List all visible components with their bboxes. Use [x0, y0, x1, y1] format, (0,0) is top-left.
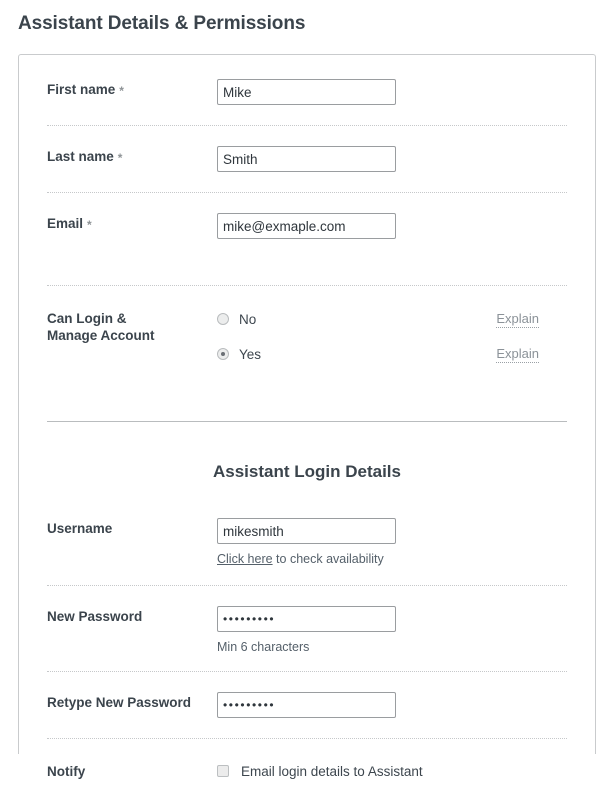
label-email: Email * — [47, 213, 217, 233]
check-availability-link[interactable]: Click here — [217, 552, 273, 566]
row-username: Username Click here to check availabilit… — [19, 518, 595, 585]
field-first-name — [217, 79, 567, 105]
field-notify: Email login details to Assistant — [217, 761, 567, 781]
first-name-input[interactable] — [217, 79, 396, 105]
new-password-input[interactable] — [217, 606, 396, 632]
label-first-name-text: First name — [47, 82, 116, 97]
row-retype-password: Retype New Password — [19, 672, 595, 738]
label-retype-password: Retype New Password — [47, 695, 192, 710]
assistant-details-card: First name* Last name* Email* — [18, 54, 596, 779]
field-can-login: No Explain Yes Explain — [217, 308, 567, 365]
retype-password-input[interactable] — [217, 692, 396, 718]
username-input[interactable] — [217, 518, 396, 544]
page-title: Assistant Details & Permissions — [18, 13, 306, 34]
label-last-name-text: Last name — [47, 149, 114, 164]
check-availability-rest: to check availability — [272, 552, 384, 566]
radio-yes-input[interactable] — [217, 348, 229, 360]
label-can-login: Can Login & Manage Account — [47, 308, 217, 344]
label-username: Username — [47, 521, 113, 536]
label-last-name: Last name * — [47, 146, 217, 166]
row-first-name: First name * — [19, 55, 595, 125]
notify-checkbox-row[interactable]: Email login details to Assistant — [217, 761, 567, 781]
explain-link-no[interactable]: Explain — [496, 311, 539, 328]
row-can-login: Can Login & Manage Account No Explain Ye… — [19, 286, 595, 421]
row-email: Email * — [19, 193, 595, 285]
new-password-helper: Min 6 characters — [217, 640, 310, 654]
required-asterisk: * — [87, 218, 92, 232]
radio-no-input[interactable] — [217, 313, 229, 325]
radio-no-label[interactable]: No — [239, 312, 256, 327]
radio-option-no[interactable]: No Explain — [217, 308, 567, 330]
username-availability-helper: Click here to check availability — [217, 552, 567, 567]
field-retype-password — [217, 692, 567, 718]
row-new-password: New Password Min 6 characters — [19, 586, 595, 671]
explain-link-yes[interactable]: Explain — [496, 346, 539, 363]
login-section-heading: Assistant Login Details — [213, 462, 401, 481]
field-username: Click here to check availability — [217, 518, 567, 567]
row-last-name: Last name * — [19, 126, 595, 192]
form-rows: First name* Last name* Email* — [19, 55, 595, 805]
label-email-text: Email — [47, 216, 84, 231]
label-can-login-line1: Can Login & — [47, 311, 127, 326]
radio-option-yes[interactable]: Yes Explain — [217, 343, 567, 365]
required-asterisk: * — [117, 151, 123, 165]
required-asterisk: * — [119, 84, 124, 98]
last-name-input[interactable] — [217, 146, 396, 172]
email-input[interactable] — [217, 213, 396, 239]
field-email — [217, 213, 567, 239]
radio-yes-label[interactable]: Yes — [239, 347, 261, 362]
notify-checkbox-input[interactable] — [217, 765, 229, 777]
notify-checkbox-label[interactable]: Email login details to Assistant — [241, 764, 423, 779]
field-last-name — [217, 146, 567, 172]
label-can-login-line2: Manage Account — [47, 328, 155, 343]
label-new-password: New Password — [47, 609, 143, 624]
label-notify: Notify — [47, 764, 86, 779]
row-notify: Notify Email login details to Assistant — [19, 739, 595, 805]
field-new-password: Min 6 characters — [217, 606, 567, 655]
label-first-name: First name * — [47, 79, 217, 99]
